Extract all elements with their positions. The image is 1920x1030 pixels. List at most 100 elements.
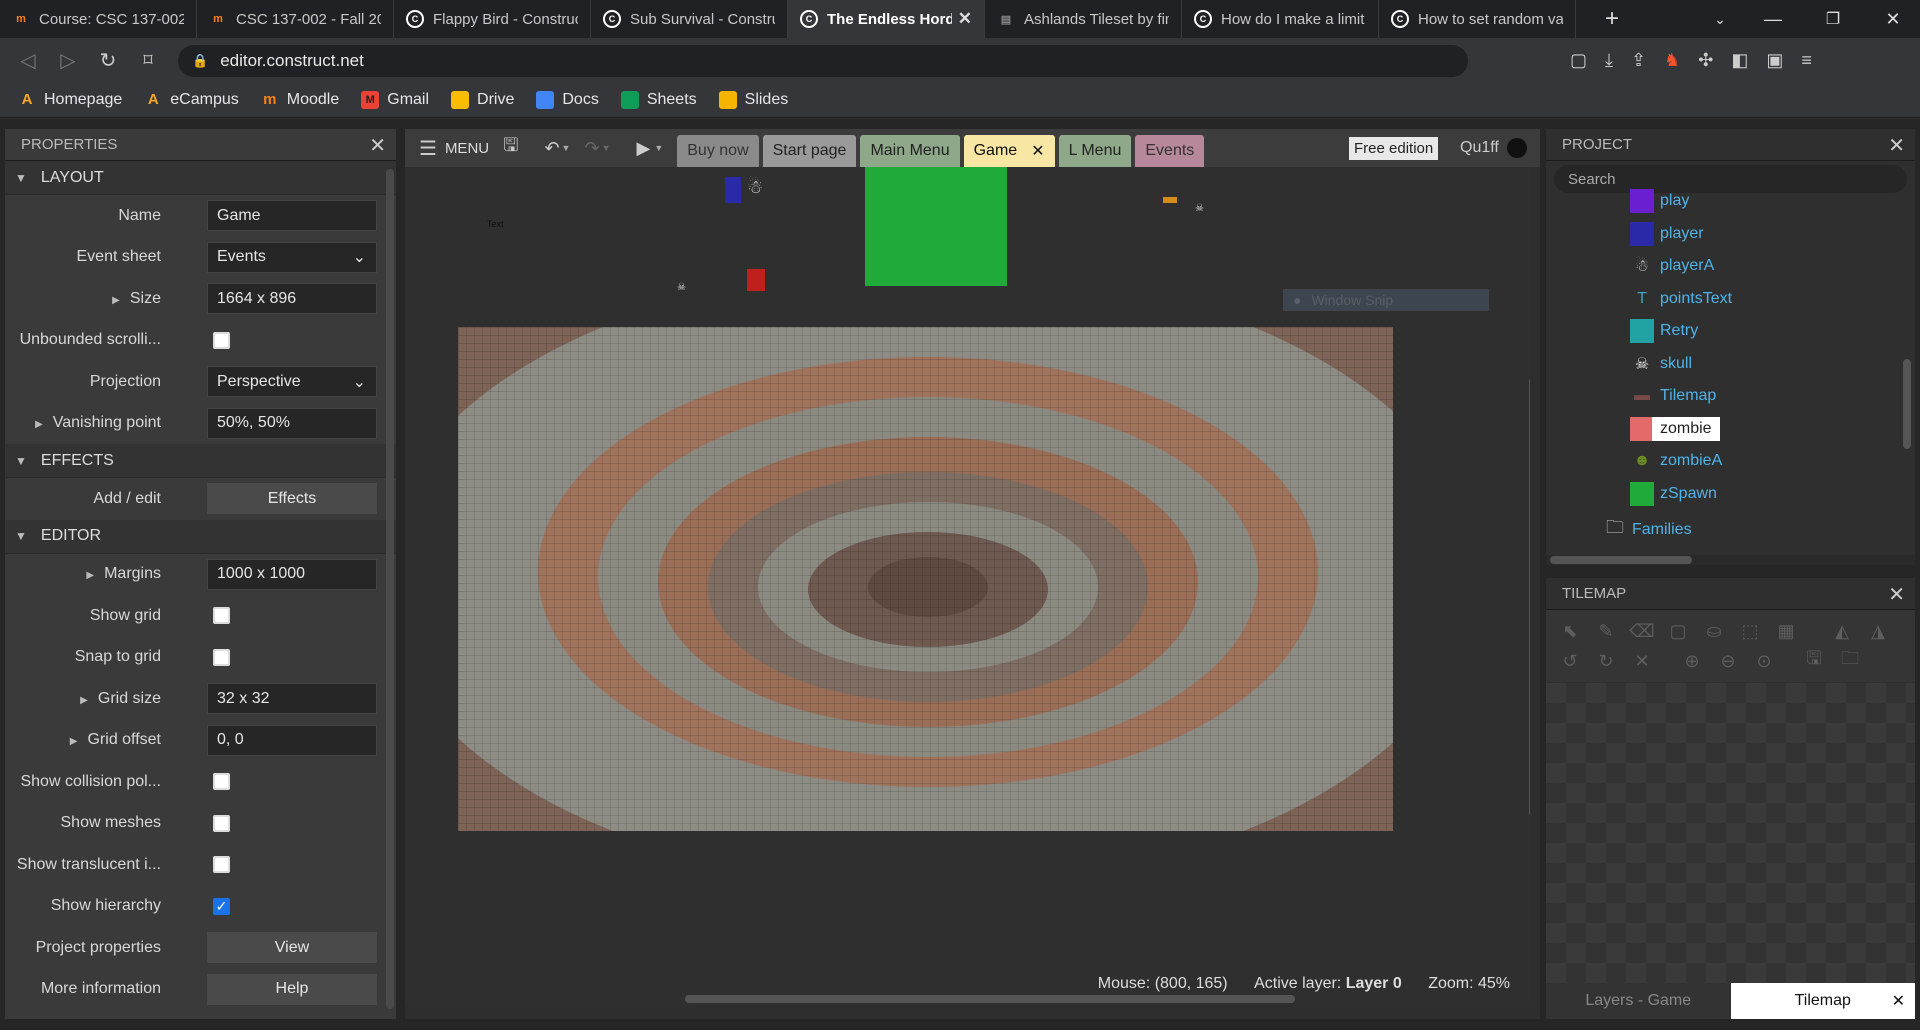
layout-tilemap[interactable] [458,327,1393,831]
forward-icon[interactable]: ▷ [48,48,88,73]
project-item-playera[interactable]: ☃ playerA [1546,250,1915,283]
project-item-zombiea[interactable]: ☻ zombieA [1546,445,1915,478]
tab-main-menu[interactable]: Main Menu [860,135,960,167]
close-window-icon[interactable]: ✕ [1863,0,1920,38]
chevron-down-icon[interactable]: ▼ [562,143,571,153]
rectangle-icon[interactable]: ▢ [1660,621,1696,642]
clear-icon[interactable]: ✕ [1624,651,1660,672]
tab-game[interactable]: Game ✕ [963,135,1055,167]
project-item-pointstext[interactable]: TpointsText [1546,283,1915,316]
help-button[interactable]: Help [207,973,377,1005]
margins-field[interactable]: 1000 x 1000 [207,558,377,590]
zspawn-sprite[interactable] [865,167,1007,286]
pointstext-object[interactable] [1163,197,1177,203]
expand-icon[interactable]: ▶ [35,419,43,430]
browser-tab[interactable]: C Sub Survival - Construc [591,0,788,38]
layout-canvas[interactable]: ☃ Text ☠ ☠ ● Window Snip [405,167,1530,1005]
bookmark-sheets[interactable]: Sheets [620,90,697,109]
brave-icon[interactable]: ♞ [1664,50,1680,71]
tab-events[interactable]: Events [1135,135,1205,167]
close-icon[interactable]: ✕ [1892,991,1905,1011]
menu-label[interactable]: MENU [445,140,489,157]
new-tab-button[interactable]: + [1582,0,1642,38]
zoom-out-icon[interactable]: ⊖ [1710,651,1746,672]
hierarchy-checkbox[interactable]: ✓ [213,897,230,915]
redo-icon[interactable]: ↷ [584,138,599,159]
unbounded-checkbox[interactable] [213,331,230,349]
expand-icon[interactable]: ▶ [80,695,88,706]
chevron-down-icon[interactable]: ▼ [602,143,611,153]
browser-tab[interactable]: m Course: CSC 137-002 - [0,0,197,38]
user-name[interactable]: Qu1ff [1460,139,1499,157]
bookmark-slides[interactable]: Slides [718,90,788,109]
project-item-retry[interactable]: Retry [1546,315,1915,348]
extensions-icon[interactable]: ✣ [1698,50,1713,71]
tileset-preview[interactable] [1546,683,1915,983]
player-sprite[interactable] [725,177,741,203]
project-item-skull[interactable]: ☠ skull [1546,348,1915,381]
project-item-play[interactable]: play [1546,185,1915,218]
project-vertical-scrollbar[interactable] [1903,359,1911,449]
rotate-cw-icon[interactable]: ↻ [1588,651,1624,672]
zoom-in-icon[interactable]: ⊕ [1674,651,1710,672]
bookmark-icon[interactable]: ⌑ [128,50,168,71]
close-icon[interactable]: ✕ [1888,133,1905,158]
reading-icon[interactable]: ▢ [1570,50,1587,71]
canvas-vertical-scrollbar[interactable] [1529,377,1530,817]
browser-tab[interactable]: ▤ Ashlands Tileset by fina [985,0,1182,38]
bookmark-moodle[interactable]: m Moodle [261,91,339,109]
tab-start-page[interactable]: Start page [762,135,857,167]
close-icon[interactable]: ✕ [369,133,386,158]
save-icon[interactable]: 🖫 [503,133,518,163]
layout-section[interactable]: ▼ LAYOUT [5,161,396,195]
project-horizontal-scrollbar[interactable] [1550,556,1692,564]
close-tab-icon[interactable]: ✕ [958,9,972,29]
size-field[interactable]: 1664 x 896 [207,283,377,315]
astronaut-icon[interactable]: ☃ [747,177,763,199]
bookmark-gmail[interactable]: M Gmail [361,90,429,109]
chevron-down-icon[interactable]: ▼ [654,143,663,153]
bookmark-ecampus[interactable]: AeCampus [144,91,239,109]
gridoffset-field[interactable]: 0, 0 [207,724,377,756]
tab-search-icon[interactable]: ⌄ [1690,0,1750,38]
translucent-checkbox[interactable] [213,856,230,874]
browser-menu-icon[interactable]: ≡ [1801,50,1812,71]
url-bar[interactable]: 🔒 editor.construct.net [178,45,1468,77]
back-icon[interactable]: ◁ [8,48,48,73]
pointer-icon[interactable]: ⬉ [1552,621,1588,642]
effects-section[interactable]: ▼ EFFECTS [5,444,396,478]
selection-icon[interactable]: ⬚ [1732,621,1768,642]
browser-tab[interactable]: C How do I make a limit c [1182,0,1379,38]
meshes-checkbox[interactable] [213,814,230,832]
project-item-zspawn[interactable]: zSpawn [1546,478,1915,511]
expand-icon[interactable]: ▶ [86,570,94,581]
project-item-player[interactable]: player [1546,218,1915,251]
editor-section[interactable]: ▼ EDITOR [5,519,396,554]
share-icon[interactable]: ⇪ [1631,50,1646,71]
flip-vertical-icon[interactable]: ◮ [1860,621,1896,642]
pencil-icon[interactable]: ✎ [1588,621,1624,642]
project-item-zombie[interactable]: zombie [1546,413,1915,446]
wallet-icon[interactable]: ▣ [1766,50,1783,71]
flip-horizontal-icon[interactable]: ◭ [1824,621,1860,642]
tile-brush-icon[interactable]: ▦ [1768,621,1804,642]
snap-checkbox[interactable] [213,648,230,666]
restore-icon[interactable]: ❐ [1803,0,1863,38]
reload-icon[interactable]: ↻ [88,48,128,73]
browser-tab[interactable]: m CSC 137-002 - Fall 202 [197,0,394,38]
showgrid-checkbox[interactable] [213,607,230,625]
effects-button[interactable]: Effects [207,483,377,515]
text-object[interactable]: Text [487,219,504,229]
open-folder-icon[interactable]: 🗀 [1832,646,1868,676]
tab-l-menu[interactable]: L Menu [1058,135,1132,167]
minimize-icon[interactable]: — [1743,0,1803,38]
expand-icon[interactable]: ▶ [112,295,120,306]
avatar[interactable] [1507,138,1527,158]
browser-tab[interactable]: C The Endless Horde ✕ [788,0,985,38]
undo-icon[interactable]: ↶ [544,138,559,159]
properties-scrollbar[interactable] [386,169,394,1009]
expand-icon[interactable]: ▶ [70,736,78,747]
fill-icon[interactable]: ⛀ [1696,621,1732,642]
bookmark-homepage[interactable]: A Homepage [18,91,123,109]
skull-icon[interactable]: ☠ [1195,203,1204,214]
